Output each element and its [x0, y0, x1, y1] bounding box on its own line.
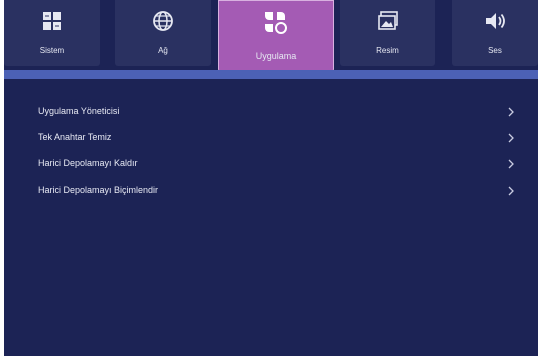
tab-label: Uygulama — [255, 51, 297, 61]
menu-item-label: Harici Depolamayı Biçimlendir — [38, 185, 159, 195]
menu-item-label: Uygulama Yöneticisi — [38, 106, 120, 116]
tab-divider — [4, 70, 538, 79]
menu-item-one-key-clean[interactable]: Tek Anahtar Temiz — [4, 126, 538, 152]
chevron-right-icon — [508, 133, 514, 143]
tab-ses[interactable]: Ses — [452, 0, 538, 66]
globe-icon — [153, 11, 173, 31]
tab-label: Ses — [488, 46, 502, 55]
menu-item-label: Harici Depolamayı Kaldır — [38, 158, 138, 168]
speaker-icon — [486, 13, 505, 29]
tab-label: Ağ — [158, 46, 168, 55]
tab-ag[interactable]: Ağ — [115, 0, 211, 66]
tab-resim[interactable]: Resim — [340, 0, 435, 66]
tab-uygulama[interactable]: Uygulama — [218, 0, 334, 72]
menu-item-app-manager[interactable]: Uygulama Yöneticisi — [4, 100, 538, 126]
menu-item-label: Tek Anahtar Temiz — [38, 132, 112, 142]
tab-bar: Sistem Ağ Uygulama Resim Ses — [4, 0, 538, 72]
tab-label: Sistem — [39, 46, 65, 55]
chevron-right-icon — [508, 107, 514, 117]
settings-screen: Sistem Ağ Uygulama Resim Ses Uygulama Yö… — [4, 0, 538, 356]
chevron-right-icon — [508, 186, 514, 196]
menu-item-format-storage[interactable]: Harici Depolamayı Biçimlendir — [4, 179, 538, 205]
picture-icon — [377, 11, 398, 30]
apps-icon — [265, 12, 287, 34]
menu-item-unmount-storage[interactable]: Harici Depolamayı Kaldır — [4, 152, 538, 178]
chevron-right-icon — [508, 159, 514, 169]
tab-sistem[interactable]: Sistem — [4, 0, 100, 66]
tab-label: Resim — [376, 46, 399, 55]
grid-icon — [43, 12, 61, 30]
